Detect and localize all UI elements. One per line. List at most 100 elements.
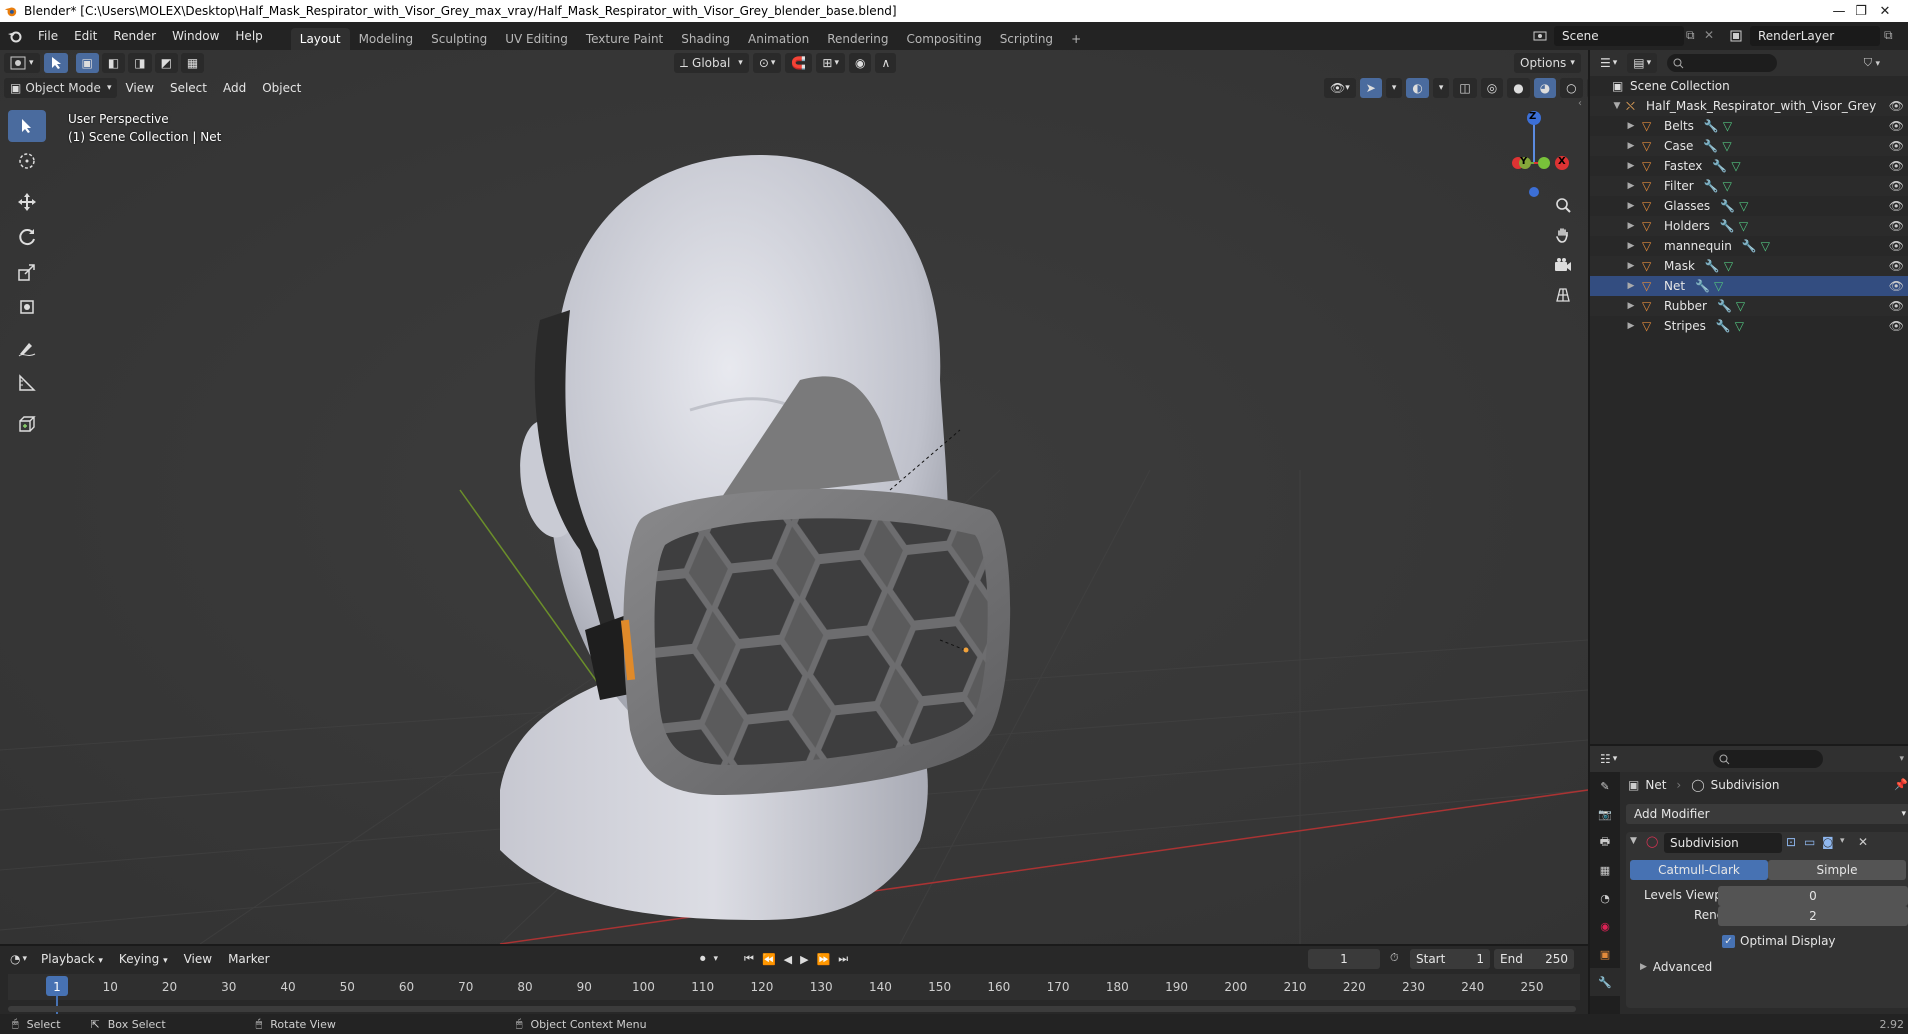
overlays-toggle-icon[interactable]: ◐ <box>1406 77 1429 98</box>
properties-search-input[interactable] <box>1713 750 1824 768</box>
new-view-layer-icon[interactable]: ⧉ <box>1884 28 1893 43</box>
expand-icon[interactable]: ▶ <box>1626 281 1636 291</box>
viewport-menu-view[interactable]: View <box>117 81 161 95</box>
zoom-icon[interactable] <box>1550 192 1576 218</box>
menu-render[interactable]: Render <box>105 22 164 50</box>
timeline-editor-type-icon[interactable]: ◔ ▾ <box>4 949 33 969</box>
snap-target-icon[interactable]: ⊞ ▾ <box>816 52 845 73</box>
jump-next-keyframe-icon[interactable]: ⏩ <box>817 953 831 966</box>
mesh-data-icon[interactable]: ▽ <box>1723 119 1732 133</box>
mesh-data-icon[interactable]: ▽ <box>1731 159 1740 173</box>
scale-tool-icon[interactable] <box>8 256 46 288</box>
pivot-point-icon[interactable]: ⊙ ▾ <box>752 52 782 73</box>
tab-shading[interactable]: Shading <box>672 28 739 50</box>
expand-icon[interactable]: ▶ <box>1626 241 1636 251</box>
tab-sculpting[interactable]: Sculpting <box>422 28 496 50</box>
end-frame-field[interactable]: End 250 <box>1494 949 1574 969</box>
select-mode-new-icon[interactable]: ▣ <box>75 52 99 73</box>
tool-tab-icon[interactable]: ✎ <box>1590 772 1620 800</box>
add-workspace-icon[interactable]: + <box>1062 28 1090 50</box>
edit-mode-toggle-icon[interactable]: ⊡ <box>1786 835 1796 849</box>
tab-layout[interactable]: Layout <box>290 28 350 50</box>
tab-modeling[interactable]: Modeling <box>350 28 423 50</box>
viewport-menu-object[interactable]: Object <box>254 81 309 95</box>
advanced-subpanel[interactable]: ▶ Advanced <box>1640 960 1712 974</box>
jump-end-icon[interactable]: ⏭ <box>838 952 848 966</box>
start-frame-field[interactable]: Start 1 <box>1410 949 1490 969</box>
mesh-data-icon[interactable]: ▽ <box>1739 219 1748 233</box>
select-mode-extend-icon[interactable]: ◧ <box>101 52 126 73</box>
viewport-menu-select[interactable]: Select <box>162 81 215 95</box>
catmull-clark-option[interactable]: Catmull-Clark <box>1630 860 1768 880</box>
outliner-object-net[interactable]: ▶ ▽ Net 🔧 ▽ 👁 <box>1590 276 1908 296</box>
eye-icon[interactable]: 👁 <box>1889 119 1904 133</box>
add-modifier-dropdown[interactable]: Add Modifier ▾ <box>1626 804 1908 824</box>
collection-expand-icon[interactable]: ▼ <box>1612 101 1622 111</box>
navigation-gizmo[interactable]: Z Y X <box>1488 108 1580 200</box>
object-tab-icon[interactable]: ▣ <box>1590 940 1620 968</box>
timeline-menu-view[interactable]: View <box>176 952 220 966</box>
material-shading-icon[interactable]: ◕ <box>1533 77 1557 98</box>
properties-editor-type-icon[interactable]: ☷ ▾ <box>1594 749 1623 769</box>
render-tab-icon[interactable]: 📷 <box>1590 800 1620 828</box>
modifier-options-icon[interactable]: ▾ <box>1840 836 1845 846</box>
tab-rendering[interactable]: Rendering <box>818 28 897 50</box>
eye-icon[interactable]: 👁 <box>1889 139 1904 153</box>
mode-dropdown[interactable]: ▣ Object Mode ▾ <box>4 77 118 98</box>
rotate-tool-icon[interactable] <box>8 221 46 253</box>
mesh-data-icon[interactable]: ▽ <box>1714 279 1723 293</box>
modifier-wrench-icon[interactable]: 🔧 <box>1703 139 1718 153</box>
overlays-dropdown-icon[interactable]: ▾ <box>1432 77 1450 98</box>
outliner-search-input[interactable] <box>1667 54 1778 72</box>
gizmo-dropdown-icon[interactable]: ▾ <box>1385 77 1403 98</box>
delete-scene-icon[interactable]: ✕ <box>1704 28 1714 42</box>
proportional-edit-icon[interactable]: ◉ <box>848 52 872 73</box>
expand-icon[interactable]: ▶ <box>1626 121 1636 131</box>
modifier-wrench-icon[interactable]: 🔧 <box>1712 159 1727 173</box>
view-layer-icon[interactable] <box>1726 26 1746 46</box>
jump-start-icon[interactable]: ⏮ <box>744 952 754 966</box>
expand-icon[interactable]: ▶ <box>1626 181 1636 191</box>
world-tab-icon[interactable]: ◉ <box>1590 912 1620 940</box>
eye-icon[interactable]: 👁 <box>1889 179 1904 193</box>
eye-icon[interactable]: 👁 <box>1889 299 1904 313</box>
display-mode-icon[interactable]: ▤ ▾ <box>1627 53 1658 73</box>
mesh-data-icon[interactable]: ▽ <box>1723 179 1732 193</box>
modifier-wrench-icon[interactable]: 🔧 <box>1720 219 1735 233</box>
eye-icon[interactable]: 👁 <box>1889 259 1904 273</box>
remove-modifier-icon[interactable]: ✕ <box>1858 835 1868 849</box>
select-mode-invert-icon[interactable]: ◩ <box>154 52 178 73</box>
properties-options-icon[interactable]: ▾ <box>1899 754 1904 764</box>
wireframe-shading-icon[interactable]: ◎ <box>1480 77 1504 98</box>
levels-viewport-field[interactable]: 0 <box>1718 886 1908 906</box>
outliner-object-glasses[interactable]: ▶ ▽ Glasses 🔧 ▽ 👁 <box>1590 196 1908 216</box>
editor-type-button[interactable]: ▾ <box>4 52 40 73</box>
modifier-wrench-icon[interactable]: 🔧 <box>1717 299 1732 313</box>
tab-uv-editing[interactable]: UV Editing <box>496 28 577 50</box>
menu-window[interactable]: Window <box>164 22 227 50</box>
stopwatch-icon[interactable]: ⏱ <box>1390 951 1399 965</box>
filter-icon[interactable]: ⛉ ▾ <box>1864 56 1880 70</box>
camera-view-icon[interactable] <box>1550 252 1576 278</box>
xray-toggle-icon[interactable]: ◫ <box>1453 77 1477 98</box>
play-reverse-icon[interactable]: ◀ <box>784 953 792 966</box>
keying-dropdown-icon[interactable]: ▾ <box>714 954 719 964</box>
eye-icon[interactable]: 👁 <box>1889 99 1904 113</box>
mesh-data-icon[interactable]: ▽ <box>1724 259 1733 273</box>
outliner-object-case[interactable]: ▶ ▽ Case 🔧 ▽ 👁 <box>1590 136 1908 156</box>
sidebar-toggle-icon[interactable]: ‹ <box>1578 98 1582 109</box>
current-frame-field[interactable]: 1 <box>1308 949 1380 969</box>
eye-icon[interactable]: 👁 <box>1889 319 1904 333</box>
jump-prev-keyframe-icon[interactable]: ⏪ <box>762 953 776 966</box>
outliner-object-mask[interactable]: ▶ ▽ Mask 🔧 ▽ 👁 <box>1590 256 1908 276</box>
move-tool-icon[interactable] <box>8 186 46 218</box>
modifier-wrench-icon[interactable]: 🔧 <box>1720 199 1735 213</box>
eye-icon[interactable]: 👁 <box>1889 219 1904 233</box>
tab-compositing[interactable]: Compositing <box>897 28 990 50</box>
solid-shading-icon[interactable]: ● <box>1507 77 1530 98</box>
mesh-data-icon[interactable]: ▽ <box>1736 299 1745 313</box>
expand-icon[interactable]: ▶ <box>1626 201 1636 211</box>
perspective-toggle-icon[interactable] <box>1550 282 1576 308</box>
modifier-wrench-icon[interactable]: 🔧 <box>1704 179 1719 193</box>
scene-name-field[interactable]: Scene <box>1554 26 1684 46</box>
